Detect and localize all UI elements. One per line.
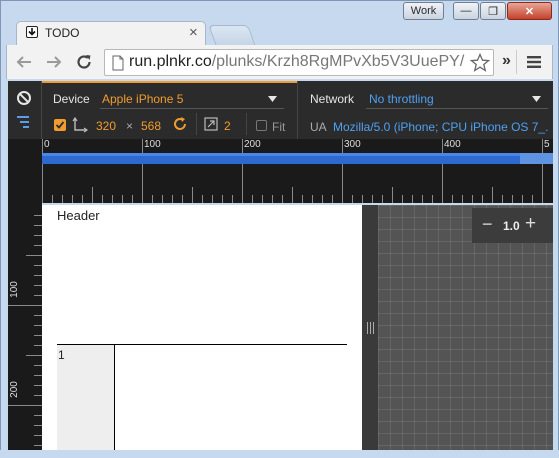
ruler-tick-label: 200	[244, 139, 261, 150]
chevron-down-icon	[268, 96, 277, 102]
zoom-out-button[interactable]: −	[482, 214, 493, 235]
pixel-ratio-value[interactable]: 2	[224, 119, 231, 133]
resolution-checkbox[interactable]	[54, 119, 66, 131]
table-column-divider	[114, 345, 115, 450]
row-number-cell: 1	[57, 345, 114, 450]
zoom-in-button[interactable]: +	[525, 213, 536, 235]
maximize-button[interactable]: ❐	[480, 2, 506, 20]
ruler-tick-label: 100	[8, 281, 20, 298]
address-bar[interactable]: run.plnkr.co/plunks/Krzh8RgMPvXb5V3UuePY…	[104, 49, 494, 76]
width-value[interactable]: 320	[96, 119, 116, 133]
device-select[interactable]: Apple iPhone 5	[100, 88, 284, 109]
user-agent-value[interactable]: Mozilla/5.0 (iPhone; CPU iPhone OS 7_...	[333, 120, 548, 134]
url-domain: run.plnkr.co	[129, 53, 212, 70]
active-section-indicator	[42, 81, 297, 83]
back-arrow-icon[interactable]	[15, 54, 33, 70]
close-window-button[interactable]: ✕	[507, 2, 552, 20]
ruler-tick-label: 400	[444, 139, 461, 150]
network-select[interactable]: No throttling	[366, 88, 548, 109]
extensions-overflow-icon[interactable]: »	[502, 52, 511, 70]
top-ruler: 0 100 200 300 400 5	[42, 139, 553, 203]
height-value[interactable]: 568	[141, 119, 161, 133]
dimension-separator: ×	[126, 119, 134, 133]
tab-title: TODO	[45, 26, 80, 40]
page-favicon-icon	[26, 26, 38, 38]
resolution-icon	[72, 117, 88, 133]
zoom-control: − 1.0 +	[472, 208, 553, 243]
ruler-tick-label: 0	[44, 139, 50, 150]
tab-todo[interactable]: TODO ×	[16, 21, 206, 45]
bookmark-star-icon[interactable]	[470, 53, 490, 73]
ruler-tick-label: 5	[544, 139, 550, 150]
device-pixel-ratio-icon	[204, 117, 218, 131]
viewport-resize-handle[interactable]	[362, 205, 378, 450]
page-info-icon[interactable]	[111, 55, 125, 71]
menu-icon[interactable]	[526, 55, 542, 69]
network-label: Network	[310, 92, 355, 106]
swap-dimensions-icon[interactable]	[172, 116, 188, 132]
toolbar-divider	[516, 50, 517, 74]
network-select-value: No throttling	[369, 92, 434, 106]
fit-label: Fit	[272, 120, 286, 134]
ruler-tick-label: 300	[344, 139, 361, 150]
device-select-value: Apple iPhone 5	[102, 92, 184, 106]
url-path: /plunks/Krzh8RgMPvXb5V3UuePY/	[211, 53, 465, 70]
fit-checkbox[interactable]	[256, 120, 267, 131]
zoom-level: 1.0	[503, 219, 520, 233]
disable-emulation-icon[interactable]	[16, 90, 32, 106]
ruler-tick-label: 200	[8, 381, 20, 398]
row-number: 1	[58, 348, 65, 362]
forward-arrow-icon[interactable]	[45, 54, 63, 70]
new-tab-button[interactable]	[208, 25, 256, 46]
left-ruler: 100 200	[8, 139, 42, 450]
media-queries-icon[interactable]	[15, 114, 35, 130]
profile-button[interactable]: Work	[403, 2, 444, 20]
window-bottom-border	[0, 450, 559, 458]
emulated-viewport: Header 1	[42, 205, 362, 450]
ruler-tick-label: 100	[144, 139, 161, 150]
tab-close-icon[interactable]: ×	[189, 24, 198, 41]
minimize-button[interactable]: —	[453, 2, 479, 20]
device-label: Device	[53, 92, 90, 106]
chevron-down-icon	[532, 96, 541, 102]
reload-icon[interactable]	[75, 53, 93, 71]
top-ruler-ticks	[42, 139, 553, 203]
page-header-text: Header	[57, 208, 100, 223]
emulation-bar: Device Apple iPhone 5 320 × 568 2 Fit Ne…	[8, 81, 553, 139]
ua-label: UA	[310, 120, 327, 134]
